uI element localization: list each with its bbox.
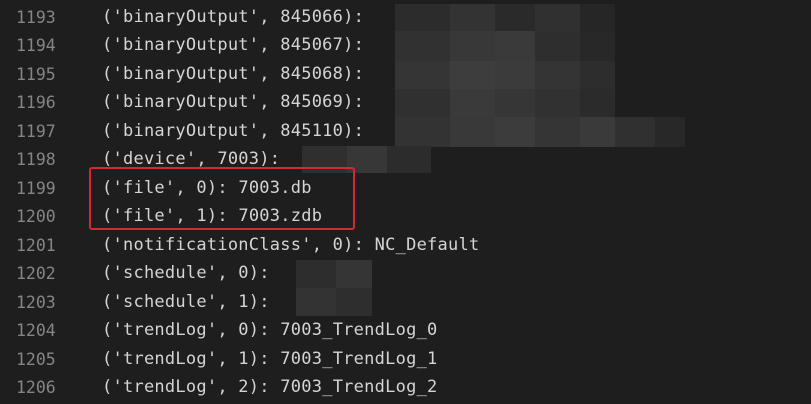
line-number: 1203 — [16, 292, 56, 312]
code-line: 1201 ('notificationClass', 0): NC_Defaul… — [0, 231, 811, 259]
line-code: ('binaryOutput', 845068): — [102, 64, 365, 84]
code-line: 1194 ('binaryOutput', 845067): — [0, 31, 811, 59]
line-number: 1195 — [16, 64, 56, 84]
line-number: 1198 — [16, 149, 56, 169]
line-number: 1200 — [16, 206, 56, 226]
line-code: ('trendLog', 1): 7003_TrendLog_1 — [102, 349, 438, 369]
line-number: 1205 — [16, 349, 56, 369]
line-code: ('device', 7003): — [102, 149, 281, 169]
line-code: ('trendLog', 2): 7003_TrendLog_2 — [102, 377, 438, 397]
line-code: ('binaryOutput', 845067): — [102, 35, 365, 55]
code-line: 1193 ('binaryOutput', 845066): — [0, 3, 811, 31]
line-number: 1204 — [16, 320, 56, 340]
line-code: ('binaryOutput', 845110): — [102, 121, 365, 141]
code-line: 1203 ('schedule', 1): — [0, 288, 811, 316]
code-line: 1206 ('trendLog', 2): 7003_TrendLog_2 — [0, 373, 811, 401]
line-code: ('notificationClass', 0): NC_Default — [102, 235, 480, 255]
line-number: 1202 — [16, 263, 56, 283]
line-number: 1193 — [16, 7, 56, 27]
line-code: ('trendLog', 0): 7003_TrendLog_0 — [102, 320, 438, 340]
code-editor[interactable]: 1193 ('binaryOutput', 845066): 1194 ('bi… — [0, 0, 811, 404]
line-number: 1201 — [16, 235, 56, 255]
line-number: 1199 — [16, 178, 56, 198]
line-code: ('schedule', 1): — [102, 292, 270, 312]
line-code: ('binaryOutput', 845066): — [102, 7, 365, 27]
code-line: 1202 ('schedule', 0): — [0, 259, 811, 287]
code-line: 1205 ('trendLog', 1): 7003_TrendLog_1 — [0, 345, 811, 373]
line-number: 1196 — [16, 92, 56, 112]
line-number: 1206 — [16, 377, 56, 397]
line-code: ('schedule', 0): — [102, 263, 270, 283]
line-number: 1197 — [16, 121, 56, 141]
line-number: 1194 — [16, 35, 56, 55]
code-line: 1204 ('trendLog', 0): 7003_TrendLog_0 — [0, 316, 811, 344]
line-code: ('binaryOutput', 845069): — [102, 92, 365, 112]
code-line: 1195 ('binaryOutput', 845068): — [0, 60, 811, 88]
code-line: 1197 ('binaryOutput', 845110): — [0, 117, 811, 145]
code-line: 1196 ('binaryOutput', 845069): — [0, 88, 811, 116]
highlight-box — [89, 167, 355, 230]
